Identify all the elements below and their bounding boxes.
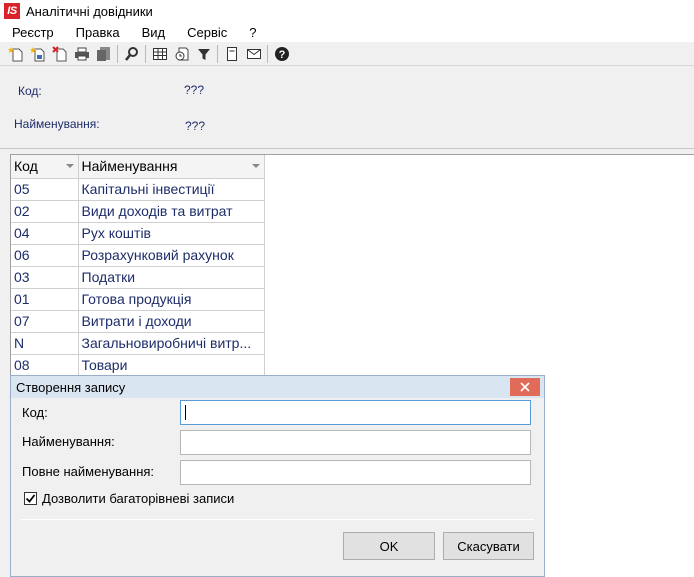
records-table: Код Найменування 05 Капітальні інвестиції… (11, 155, 265, 377)
cell-code: 02 (11, 200, 79, 223)
delete-doc-icon[interactable] (50, 44, 69, 63)
page-icon[interactable] (222, 44, 241, 63)
help-icon[interactable]: ? (272, 44, 291, 63)
menu-help[interactable]: ? (237, 25, 266, 40)
column-header-label: Найменування (81, 158, 178, 175)
menu-service[interactable]: Сервіс (175, 25, 237, 40)
code-filter-value[interactable]: ??? (184, 83, 204, 97)
print-icon[interactable] (72, 44, 91, 63)
checkmark-icon (25, 494, 36, 503)
cell-code: 03 (11, 266, 79, 289)
toolbar-separator (145, 44, 146, 63)
dialog-title-bar[interactable]: Створення запису (11, 376, 544, 398)
menu-registry[interactable]: Реєстр (0, 25, 64, 40)
fullname-field[interactable] (180, 460, 531, 485)
cell-code: 05 (11, 178, 79, 201)
column-header-code[interactable]: Код (11, 155, 79, 179)
create-record-dialog: Створення запису Код: Найменування: Повн… (10, 375, 545, 577)
dialog-title: Створення запису (16, 379, 126, 395)
cancel-button[interactable]: Скасувати (443, 532, 534, 560)
cell-code: N (11, 332, 79, 355)
ok-button[interactable]: OK (343, 532, 435, 560)
svg-text:?: ? (278, 49, 285, 61)
cell-code: 07 (11, 310, 79, 333)
code-field[interactable] (180, 400, 531, 425)
table-row[interactable]: 06 Розрахунковий рахунок (11, 244, 265, 267)
cell-name: Капітальні інвестиції (78, 178, 265, 201)
export-icon[interactable] (94, 44, 113, 63)
sort-arrow-icon[interactable] (65, 164, 74, 168)
table-row[interactable]: 01 Готова продукція (11, 288, 265, 311)
timer-icon[interactable] (172, 44, 191, 63)
window-title: Аналітичні довідники (26, 3, 153, 19)
cell-name: Рух коштів (78, 222, 265, 245)
table-row[interactable]: 08 Товари (11, 354, 265, 377)
search-icon[interactable] (122, 44, 141, 63)
table-row[interactable]: 07 Витрати і доходи (11, 310, 265, 333)
toolbar: ? (0, 42, 694, 66)
menu-edit[interactable]: Правка (64, 25, 130, 40)
dialog-divider (21, 519, 534, 520)
cell-name: Податки (78, 266, 265, 289)
table-header-row: Код Найменування (11, 155, 265, 179)
table-row[interactable]: N Загальновиробничі витр... (11, 332, 265, 355)
name-filter-label: Найменування: (14, 117, 100, 131)
table-row[interactable]: 02 Види доходів та витрат (11, 200, 265, 223)
table-icon[interactable] (150, 44, 169, 63)
mail-icon[interactable] (244, 44, 263, 63)
text-caret (185, 405, 186, 420)
cell-name: Готова продукція (78, 288, 265, 311)
cell-code: 01 (11, 288, 79, 311)
app-logo: IS (4, 3, 20, 19)
multilevel-checkbox[interactable] (24, 492, 37, 505)
new-doc-child-icon[interactable] (28, 44, 47, 63)
cell-name: Витрати і доходи (78, 310, 265, 333)
table-row[interactable]: 03 Податки (11, 266, 265, 289)
filter-panel: Код: ??? Найменування: ??? (0, 67, 694, 149)
name-field-label: Найменування: (22, 434, 115, 449)
name-field[interactable] (180, 430, 531, 455)
cell-name: Загальновиробничі витр... (78, 332, 265, 355)
filter-icon[interactable] (194, 44, 213, 63)
toolbar-separator (217, 44, 218, 63)
new-doc-icon[interactable] (6, 44, 25, 63)
toolbar-separator (117, 44, 118, 63)
table-row[interactable]: 05 Капітальні інвестиції (11, 178, 265, 201)
code-field-label: Код: (22, 405, 48, 420)
fullname-field-label: Повне найменування: (22, 464, 155, 479)
cell-code: 08 (11, 354, 79, 377)
name-filter-value[interactable]: ??? (185, 119, 205, 133)
column-header-name[interactable]: Найменування (78, 155, 265, 179)
cell-name: Розрахунковий рахунок (78, 244, 265, 267)
code-filter-label: Код: (18, 84, 42, 98)
cell-code: 06 (11, 244, 79, 267)
menu-bar: Реєстр Правка Вид Сервіс ? (0, 22, 694, 42)
menu-view[interactable]: Вид (130, 25, 176, 40)
cell-code: 04 (11, 222, 79, 245)
sort-arrow-icon[interactable] (251, 164, 260, 168)
multilevel-checkbox-label[interactable]: Дозволити багаторівневі записи (42, 491, 234, 506)
column-header-label: Код (14, 158, 38, 175)
cell-name: Товари (78, 354, 265, 377)
close-icon (520, 382, 530, 392)
toolbar-separator (267, 44, 268, 63)
cell-name: Види доходів та витрат (78, 200, 265, 223)
table-row[interactable]: 04 Рух коштів (11, 222, 265, 245)
title-bar: IS Аналітичні довідники (0, 0, 694, 22)
close-button[interactable] (510, 378, 540, 396)
